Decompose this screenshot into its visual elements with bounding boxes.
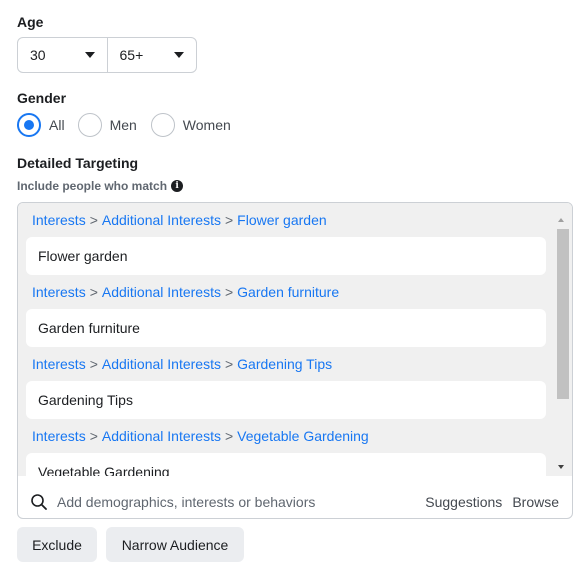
breadcrumb-separator: > bbox=[224, 428, 234, 444]
breadcrumb-link[interactable]: Interests bbox=[32, 212, 86, 228]
breadcrumb-separator: > bbox=[89, 212, 98, 228]
age-max-dropdown[interactable]: 65+ bbox=[106, 38, 197, 72]
scrollbar-thumb[interactable] bbox=[557, 229, 569, 399]
breadcrumb-link[interactable]: Interests bbox=[32, 428, 86, 444]
age-range: 30 65+ bbox=[17, 37, 197, 73]
breadcrumb-link[interactable]: Garden furniture bbox=[237, 284, 339, 300]
targeting-group: Interests > Additional Interests > Veget… bbox=[18, 419, 572, 476]
breadcrumb-separator: > bbox=[89, 284, 98, 300]
gender-option-label: Men bbox=[109, 117, 137, 133]
include-label-text: Include people who match bbox=[17, 179, 168, 193]
age-label: Age bbox=[17, 14, 44, 30]
breadcrumb-separator: > bbox=[224, 212, 234, 228]
breadcrumb-separator: > bbox=[89, 428, 98, 444]
targeting-item[interactable]: Gardening Tips bbox=[26, 381, 546, 419]
targeting-breadcrumb: Interests > Additional Interests > Flowe… bbox=[18, 203, 572, 237]
age-min-dropdown[interactable]: 30 bbox=[18, 38, 107, 72]
browse-button[interactable]: Browse bbox=[512, 494, 559, 510]
radio-button[interactable] bbox=[77, 113, 102, 137]
targeting-item[interactable]: Flower garden bbox=[26, 237, 546, 275]
breadcrumb-link[interactable]: Vegetable Gardening bbox=[237, 428, 369, 444]
info-icon[interactable]: i bbox=[171, 180, 184, 192]
exclude-button[interactable]: Exclude bbox=[17, 527, 97, 562]
breadcrumb-link[interactable]: Interests bbox=[32, 356, 86, 372]
gender-option-label: Women bbox=[182, 117, 231, 133]
targeting-group: Interests > Additional Interests > Garde… bbox=[18, 347, 572, 419]
list-scrollbar[interactable] bbox=[550, 203, 572, 476]
targeting-box: Interests > Additional Interests > Flowe… bbox=[17, 202, 573, 519]
scroll-down-arrow-icon[interactable] bbox=[558, 465, 564, 469]
breadcrumb-link[interactable]: Interests bbox=[32, 284, 86, 300]
gender-option-women[interactable]: Women bbox=[150, 113, 231, 137]
radio-button-checked[interactable] bbox=[17, 113, 41, 137]
targeting-search-input[interactable] bbox=[57, 494, 416, 510]
targeting-breadcrumb: Interests > Additional Interests > Garde… bbox=[18, 347, 572, 381]
scroll-up-arrow-icon[interactable] bbox=[558, 218, 564, 222]
radio-button[interactable] bbox=[150, 113, 175, 137]
breadcrumb-separator: > bbox=[224, 284, 234, 300]
breadcrumb-separator: > bbox=[224, 356, 234, 372]
gender-radio-group: All Men Women bbox=[17, 113, 239, 137]
age-min-value: 30 bbox=[30, 47, 46, 63]
caret-down-icon bbox=[174, 52, 184, 58]
selected-targeting-list: Interests > Additional Interests > Flowe… bbox=[18, 203, 572, 476]
targeting-breadcrumb: Interests > Additional Interests > Garde… bbox=[18, 275, 572, 309]
targeting-breadcrumb: Interests > Additional Interests > Veget… bbox=[18, 419, 572, 453]
breadcrumb-link[interactable]: Additional Interests bbox=[102, 356, 221, 372]
targeting-item[interactable]: Vegetable Gardening bbox=[26, 453, 546, 476]
targeting-group: Interests > Additional Interests > Flowe… bbox=[18, 203, 572, 275]
gender-option-label: All bbox=[49, 117, 65, 133]
targeting-item[interactable]: Garden furniture bbox=[26, 309, 546, 347]
breadcrumb-link[interactable]: Flower garden bbox=[237, 212, 327, 228]
breadcrumb-link[interactable]: Additional Interests bbox=[102, 428, 221, 444]
breadcrumb-link[interactable]: Additional Interests bbox=[102, 284, 221, 300]
narrow-audience-button[interactable]: Narrow Audience bbox=[106, 527, 244, 562]
suggestions-button[interactable]: Suggestions bbox=[425, 494, 502, 510]
targeting-group: Interests > Additional Interests > Garde… bbox=[18, 275, 572, 347]
breadcrumb-link[interactable]: Gardening Tips bbox=[237, 356, 332, 372]
detailed-targeting-label: Detailed Targeting bbox=[17, 155, 139, 171]
targeting-search-row: Suggestions Browse bbox=[18, 485, 572, 518]
breadcrumb-link[interactable]: Additional Interests bbox=[102, 212, 221, 228]
gender-option-all[interactable]: All bbox=[17, 113, 65, 137]
include-label: Include people who match i bbox=[17, 179, 184, 193]
search-icon bbox=[31, 494, 47, 510]
gender-option-men[interactable]: Men bbox=[77, 113, 137, 137]
gender-label: Gender bbox=[17, 90, 67, 106]
age-max-value: 65+ bbox=[119, 47, 144, 63]
breadcrumb-separator: > bbox=[89, 356, 98, 372]
caret-down-icon bbox=[84, 52, 95, 58]
